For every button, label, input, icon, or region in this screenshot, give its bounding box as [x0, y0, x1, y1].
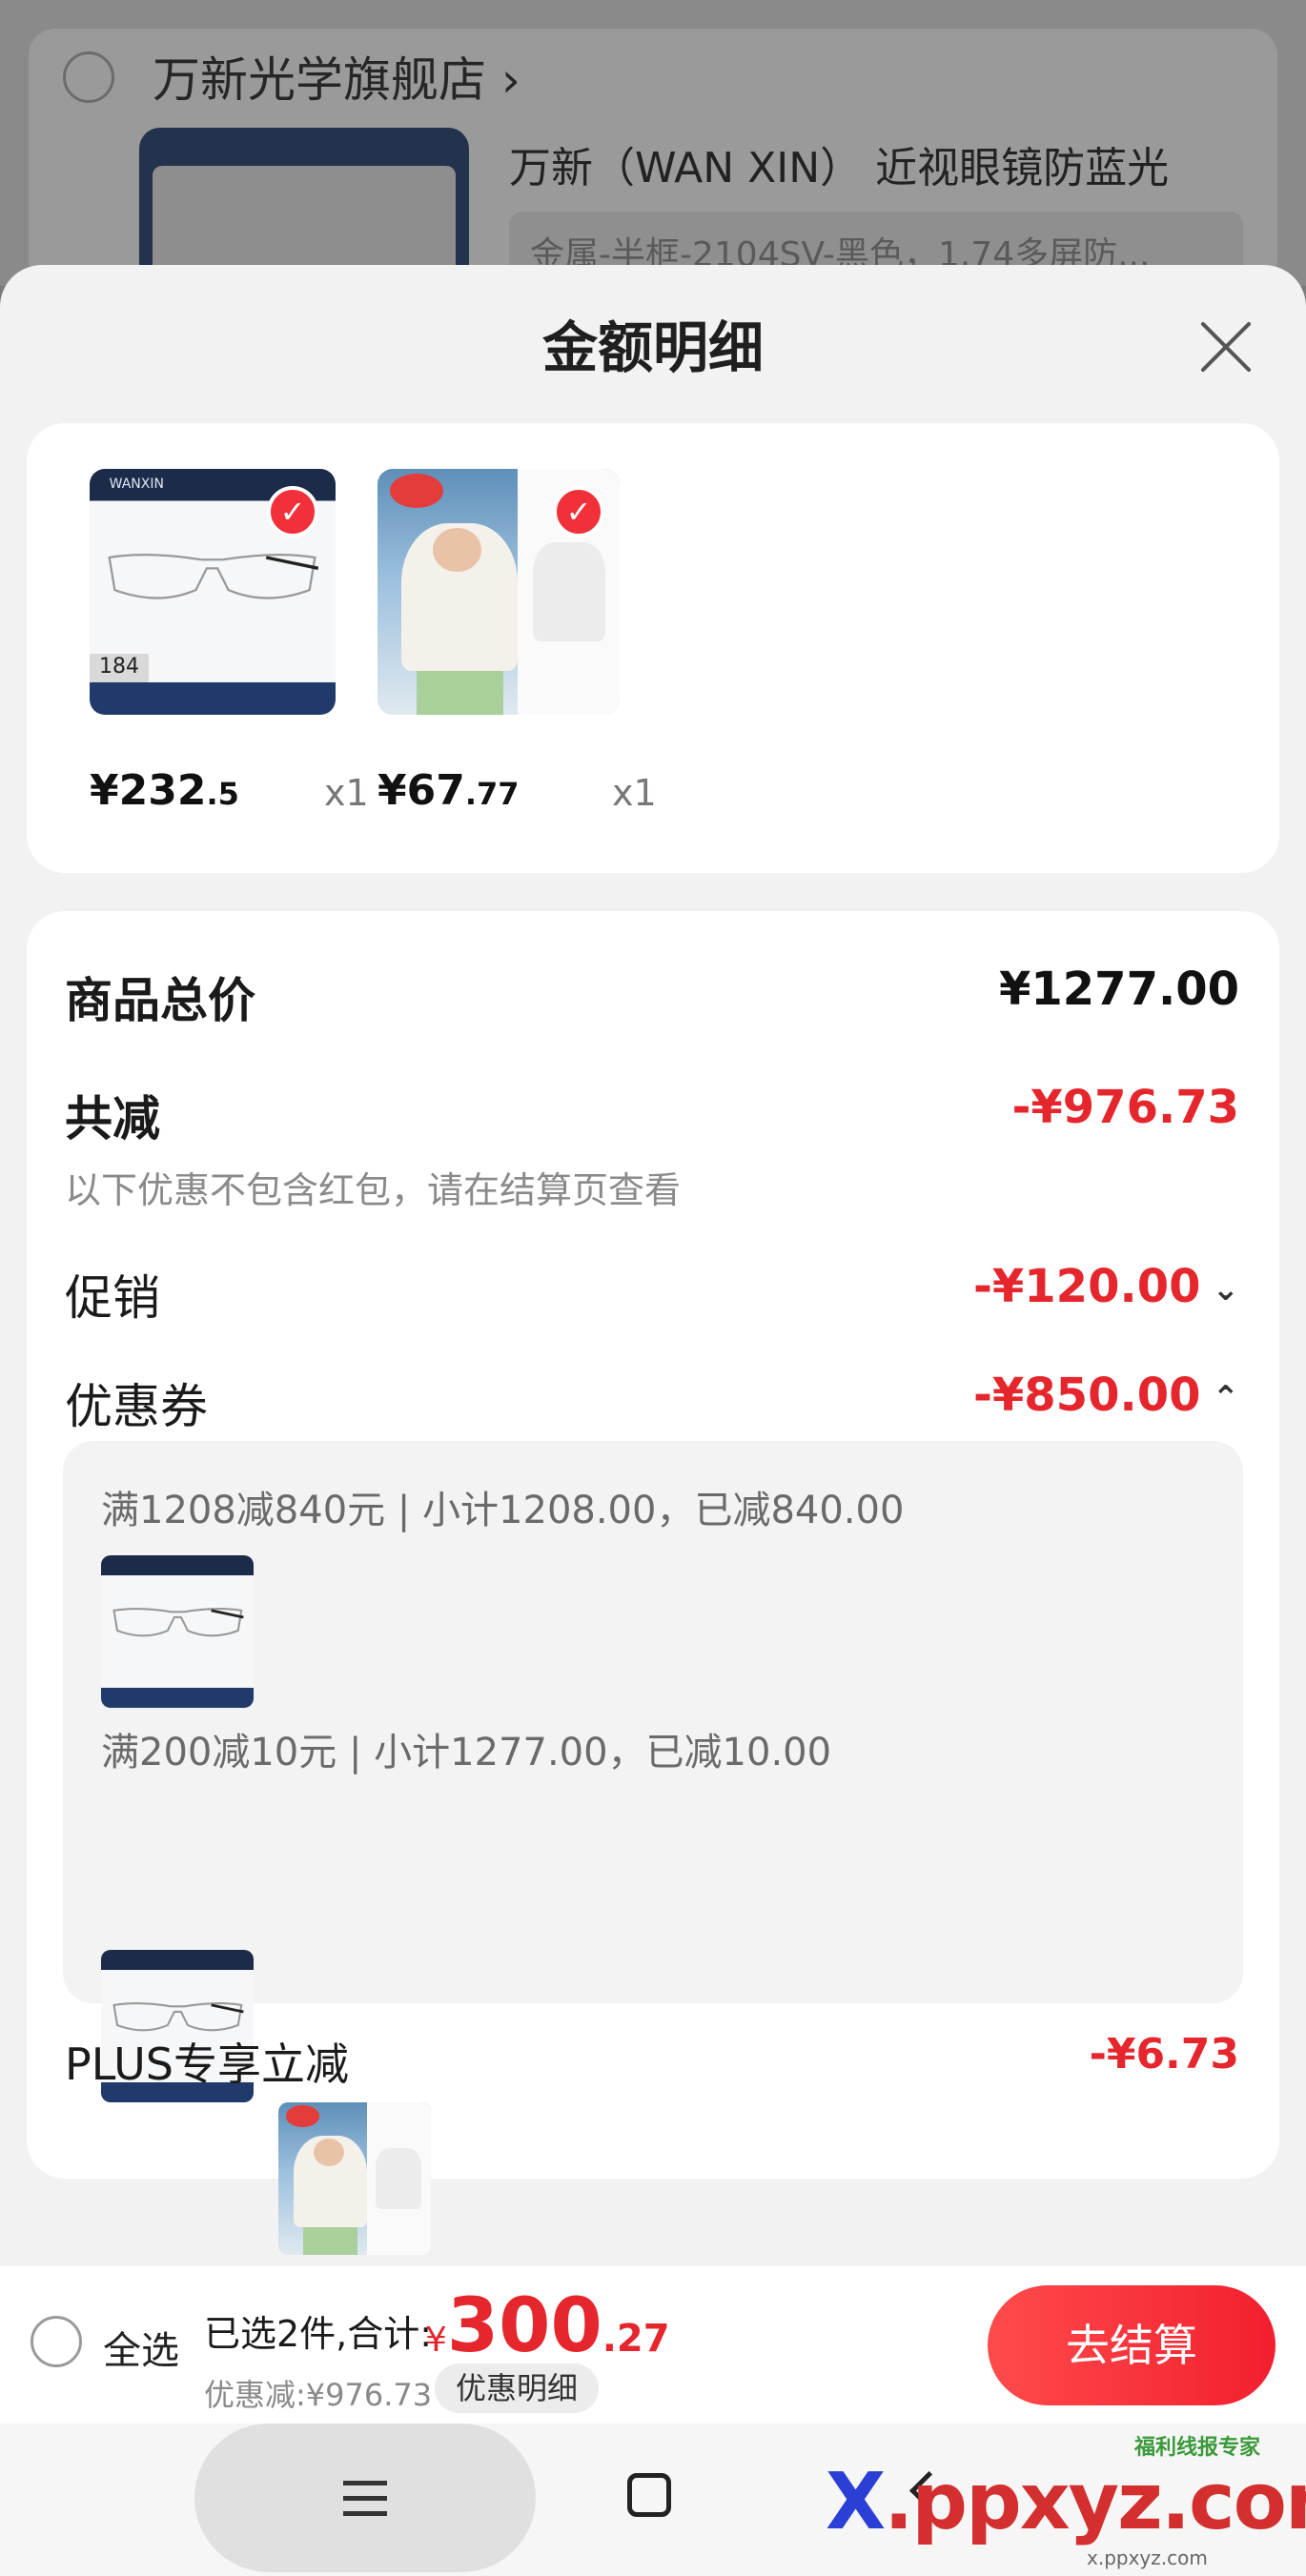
plus-discount-value: -¥6.73 — [1089, 2030, 1239, 2079]
coupon-label: 优惠券 — [65, 1379, 208, 1434]
total-price-value: ¥1277.00 — [998, 963, 1239, 1016]
background-store-name: 万新光学旗舰店 › — [153, 52, 520, 108]
background-product-title: 万新（WAN XIN） 近视眼镜防蓝光 — [509, 144, 1170, 193]
glasses-icon — [108, 554, 319, 600]
coupon-rule: 满200减10元 | 小计1277.00，已减10.00 — [101, 1731, 832, 1775]
product-item[interactable]: WANXIN 184 ✓ ¥232.5 x1 — [90, 469, 369, 815]
total-price-label: 商品总价 — [65, 973, 255, 1028]
total-amount: ¥300.27 — [425, 2283, 670, 2369]
plus-discount-label: PLUS专享立减 — [65, 2038, 349, 2090]
product-price: ¥232.5 — [90, 766, 239, 815]
product-price: ¥67.77 — [378, 766, 520, 815]
selected-products-card: WANXIN 184 ✓ ¥232.5 x1 ✓ ¥67.77 x1 — [27, 423, 1279, 873]
background-store-radio — [63, 51, 114, 103]
chevron-down-icon[interactable]: ⌄ — [1213, 1270, 1240, 1308]
coupon-details-box: 满1208减840元 | 小计1208.00，已减840.00 满200减10元… — [63, 1441, 1243, 2255]
home-icon[interactable] — [627, 2473, 671, 2517]
promo-value: -¥120.00 ⌄ — [972, 1260, 1240, 1313]
price-breakdown-card: 商品总价 ¥1277.00 共减 -¥976.73 以下优惠不包含红包，请在结算… — [27, 911, 1279, 2255]
coupon-product-thumbnail — [101, 1555, 254, 1708]
discount-value: -¥976.73 — [1011, 1081, 1239, 1134]
background-cart-page: 万新光学旗舰店 › 万新（WAN XIN） 近视眼镜防蓝光 金属-半框-2104… — [0, 0, 1306, 299]
selected-count: 已选2件,合计: — [204, 2313, 433, 2355]
check-icon[interactable]: ✓ — [267, 486, 318, 538]
thumbnail-price: 184 — [90, 653, 149, 683]
product-item[interactable]: ✓ ¥67.77 x1 — [378, 469, 657, 815]
close-icon[interactable] — [1194, 314, 1258, 379]
menu-icon[interactable] — [194, 2424, 536, 2572]
product-quantity: x1 — [324, 772, 369, 814]
promo-label: 促销 — [65, 1270, 160, 1326]
coupon-product-thumbnail — [278, 2102, 431, 2255]
saved-amount: 优惠减:¥976.73 — [204, 2377, 433, 2413]
checkout-button[interactable]: 去结算 — [988, 2285, 1275, 2405]
checkout-bar: 全选 已选2件,合计: ¥300.27 优惠减:¥976.73 优惠明细 去结算 — [0, 2266, 1306, 2424]
amount-detail-sheet: 金额明细 WANXIN 184 ✓ ¥232.5 x1 ✓ ¥67.77 x1 … — [0, 265, 1306, 2576]
select-all-radio[interactable] — [31, 2316, 82, 2367]
product-quantity: x1 — [612, 772, 657, 814]
coupon-rule: 满1208减840元 | 小计1208.00，已减840.00 — [101, 1489, 905, 1532]
sheet-title: 金额明细 — [541, 315, 764, 380]
coupon-value: -¥850.00 ⌃ — [972, 1369, 1240, 1422]
chevron-up-icon[interactable]: ⌃ — [1213, 1379, 1240, 1417]
discount-label: 共减 — [65, 1091, 160, 1146]
discount-detail-button[interactable]: 优惠明细 — [435, 2363, 600, 2413]
select-all-label[interactable]: 全选 — [103, 2320, 179, 2375]
watermark-logo: X.ppxyz.com — [826, 2457, 1306, 2547]
discount-note: 以下优惠不包含红包，请在结算页查看 — [65, 1169, 682, 1211]
watermark-url: x.ppxyz.com — [1087, 2546, 1208, 2569]
check-icon[interactable]: ✓ — [553, 486, 604, 538]
